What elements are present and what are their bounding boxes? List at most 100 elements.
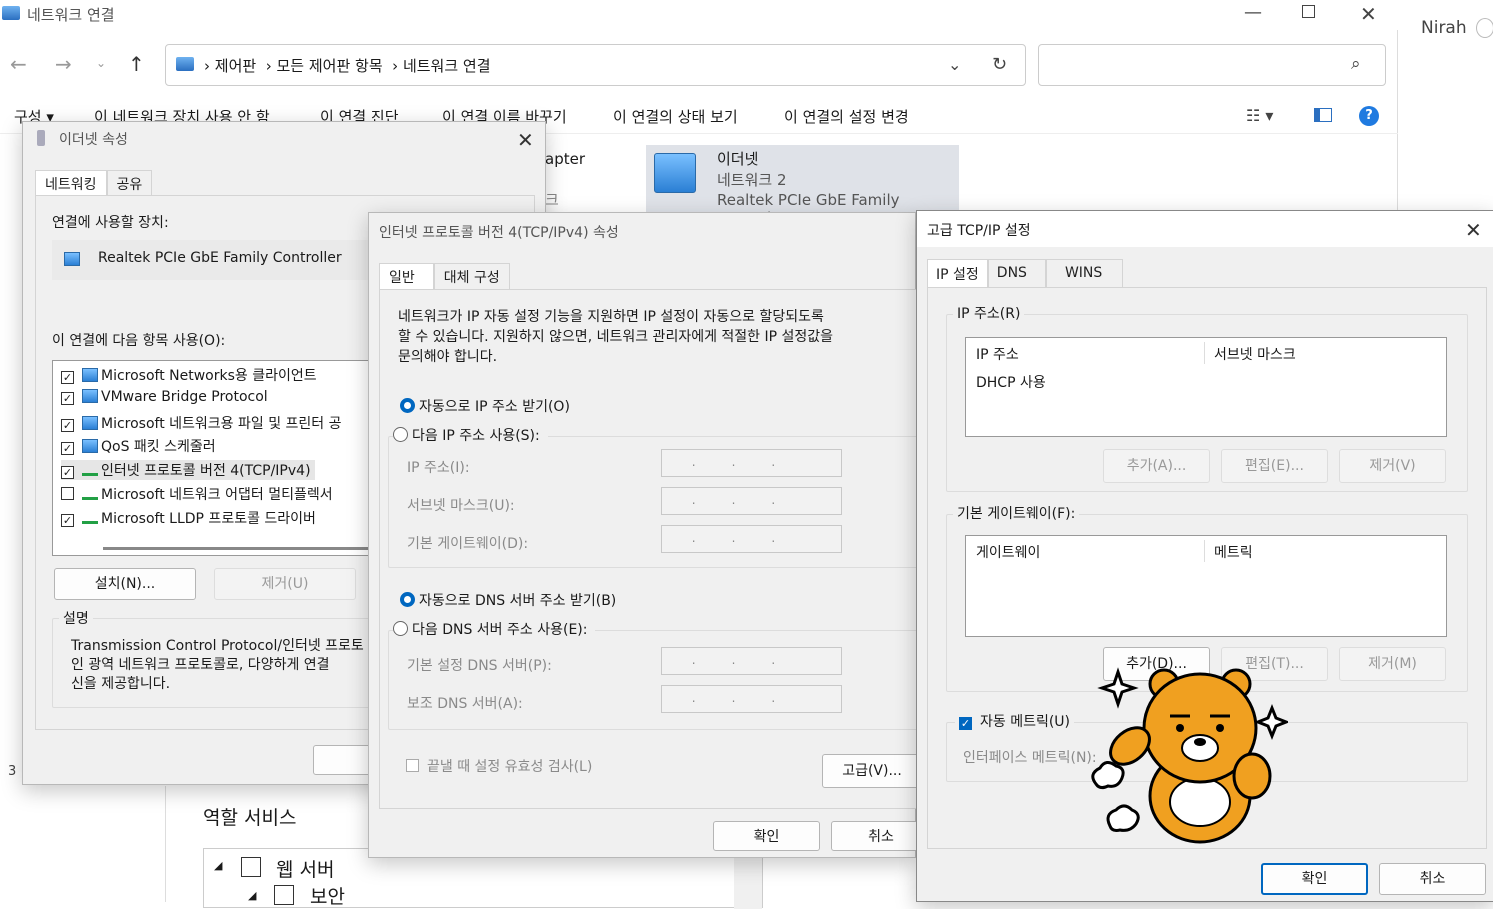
forward-arrow-icon[interactable]: → — [55, 52, 72, 76]
checkbox[interactable]: ✓ — [61, 442, 74, 455]
radio-selected[interactable] — [400, 592, 415, 607]
breadcrumb-item[interactable]: 모든 제어판 항목 — [277, 57, 383, 75]
tab-dns[interactable]: DNS — [987, 259, 1046, 290]
tree-item[interactable]: 보안 — [310, 882, 345, 909]
checkbox[interactable] — [61, 487, 74, 500]
search-input[interactable]: ⌕ — [1038, 44, 1386, 86]
checkbox[interactable]: ✓ — [61, 514, 74, 527]
radio-unselected[interactable] — [393, 427, 408, 442]
adapter-network: 네트워크 2 — [717, 171, 787, 189]
subnet-mask-field[interactable]: ... — [661, 487, 842, 515]
manual-dns-radio[interactable]: 다음 DNS 서버 주소 사용(E): — [393, 619, 596, 639]
user-name: Nirah — [1421, 18, 1467, 38]
ok-button[interactable]: 확인 — [713, 821, 820, 851]
tab-alternate-config[interactable]: 대체 구성 — [433, 263, 510, 290]
radio-label: 자동으로 IP 주소 받기(O) — [419, 399, 570, 415]
list-item[interactable]: ✓ Microsoft LLDP 프로토콜 드라이버 — [61, 508, 316, 528]
view-status-command[interactable]: 이 연결의 상태 보기 — [613, 106, 738, 127]
item-label: Microsoft Networks용 클라이언트 — [101, 368, 317, 384]
tab-ip-settings[interactable]: IP 설정 — [927, 259, 988, 290]
tab-general[interactable]: 일반 — [379, 263, 434, 290]
device-box: Realtek PCIe GbE Family Controller — [52, 240, 392, 280]
tab-sharing[interactable]: 공유 — [106, 170, 153, 197]
maximize-button[interactable] — [1302, 5, 1315, 18]
checkbox[interactable]: ✓ — [61, 392, 74, 405]
list-item[interactable]: ✓ VMware Bridge Protocol — [61, 389, 268, 405]
preview-pane-icon[interactable] — [1314, 108, 1332, 122]
checkbox[interactable]: ✓ — [61, 371, 74, 384]
radio-label: 자동으로 DNS 서버 주소 받기(B) — [419, 593, 617, 609]
default-gateway-field[interactable]: ... — [661, 525, 842, 553]
alternate-dns-label: 보조 DNS 서버(A): — [407, 696, 523, 712]
refresh-icon[interactable]: ↻ — [992, 54, 1007, 75]
list-item[interactable]: ✓ QoS 패킷 스케줄러 — [61, 436, 216, 456]
up-arrow-icon[interactable]: ↑ — [128, 52, 145, 76]
checkbox[interactable] — [406, 759, 419, 772]
change-settings-command[interactable]: 이 연결의 설정 변경 — [784, 106, 909, 127]
checkbox[interactable] — [274, 885, 294, 905]
remove-gateway-button[interactable]: 제거(M) — [1339, 647, 1446, 681]
expand-icon[interactable]: ◢ — [248, 889, 256, 902]
scrollbar[interactable]: ⌃ — [734, 849, 762, 909]
ip-address-field[interactable]: ... — [661, 449, 842, 477]
close-button[interactable]: ✕ — [1360, 2, 1377, 26]
tab-networking[interactable]: 네트워킹 — [35, 170, 107, 197]
expand-icon[interactable]: ◢ — [214, 859, 222, 872]
close-icon[interactable]: ✕ — [517, 130, 534, 150]
auto-dns-radio[interactable]: 자동으로 DNS 서버 주소 받기(B) — [400, 590, 616, 610]
table-row[interactable]: DHCP 사용 — [976, 372, 1046, 392]
control-panel-icon — [176, 57, 194, 71]
tree-item[interactable]: 웹 서버 — [276, 855, 334, 882]
chevron-down-icon[interactable]: ⌄ — [96, 56, 106, 70]
edit-ip-button[interactable]: 편집(E)... — [1221, 449, 1328, 483]
help-icon[interactable]: ? — [1359, 106, 1379, 126]
horizontal-scrollbar[interactable] — [103, 547, 383, 550]
ip-address-group: IP 주소(R) IP 주소 서브넷 마스크 DHCP 사용 추가(A)... … — [946, 303, 1468, 492]
tab-wins[interactable]: WINS — [1045, 259, 1124, 290]
description-group: 설명 Transmission Control Protocol/인터넷 프로토… — [52, 608, 392, 708]
list-item[interactable]: Microsoft 네트워크 어댑터 멀티플렉서 — [61, 484, 333, 504]
checkbox[interactable] — [241, 857, 261, 877]
validate-checkbox[interactable]: 끝낼 때 설정 유효성 검사(L) — [406, 756, 592, 776]
radio-unselected[interactable] — [393, 621, 408, 636]
checkbox[interactable]: ✓ — [61, 419, 74, 432]
install-button[interactable]: 설치(N)... — [54, 568, 196, 600]
breadcrumb-item[interactable]: 네트워크 연결 — [403, 57, 491, 75]
alternate-dns-field[interactable]: ... — [661, 685, 842, 713]
breadcrumb-item[interactable]: 제어판 — [215, 57, 256, 75]
network-icon — [82, 368, 98, 382]
tab-strip: 네트워킹 공유 — [35, 170, 153, 197]
address-bar[interactable]: › 제어판 › 모든 제어판 항목 › 네트워크 연결 ⌄ ↻ — [165, 44, 1026, 86]
add-ip-button[interactable]: 추가(A)... — [1103, 449, 1210, 483]
ethernet-adapter-tile[interactable]: 이더넷 네트워크 2 Realtek PCIe GbE Family Contr… — [646, 145, 959, 227]
ok-button[interactable]: 확인 — [1261, 863, 1368, 895]
minimize-button[interactable]: — — [1244, 2, 1262, 23]
avatar[interactable] — [1476, 18, 1493, 38]
column-divider — [1204, 342, 1205, 364]
preferred-dns-field[interactable]: ... — [661, 647, 842, 675]
bear-eye — [1216, 724, 1224, 732]
remove-ip-button[interactable]: 제거(V) — [1339, 449, 1446, 483]
remove-button[interactable]: 제거(U) — [214, 568, 356, 600]
radio-selected[interactable] — [400, 398, 415, 413]
item-label: Microsoft LLDP 프로토콜 드라이버 — [101, 511, 316, 527]
checkbox[interactable]: ✓ — [61, 466, 74, 479]
list-item[interactable]: ✓ Microsoft Networks용 클라이언트 — [61, 365, 317, 385]
back-arrow-icon[interactable]: ← — [10, 52, 27, 76]
close-icon[interactable]: ✕ — [1465, 220, 1482, 240]
view-options-icon[interactable]: ☷ ▾ — [1246, 106, 1273, 125]
intro-line: 문의해야 합니다. — [398, 349, 498, 365]
cancel-button[interactable]: 취소 — [1379, 863, 1486, 895]
network-icon — [82, 439, 98, 453]
network-adapter-icon — [654, 153, 696, 193]
advanced-button[interactable]: 고급(V)... — [822, 754, 922, 788]
dust-cloud-icon — [1091, 761, 1125, 790]
manual-ip-radio[interactable]: 다음 IP 주소 사용(S): — [393, 425, 548, 445]
checkbox[interactable]: ✓ — [959, 717, 972, 730]
auto-ip-radio[interactable]: 자동으로 IP 주소 받기(O) — [400, 396, 570, 416]
dust-cloud-icon — [1106, 804, 1140, 832]
list-item-selected[interactable]: ✓ 인터넷 프로토콜 버전 4(TCP/IPv4) — [61, 460, 315, 480]
dropdown-chevron-icon[interactable]: ⌄ — [948, 55, 961, 74]
list-item[interactable]: ✓ Microsoft 네트워크용 파일 및 프린터 공 — [61, 413, 342, 433]
auto-metric-checkbox[interactable]: ✓ 자동 메트릭(U) — [955, 711, 1075, 731]
